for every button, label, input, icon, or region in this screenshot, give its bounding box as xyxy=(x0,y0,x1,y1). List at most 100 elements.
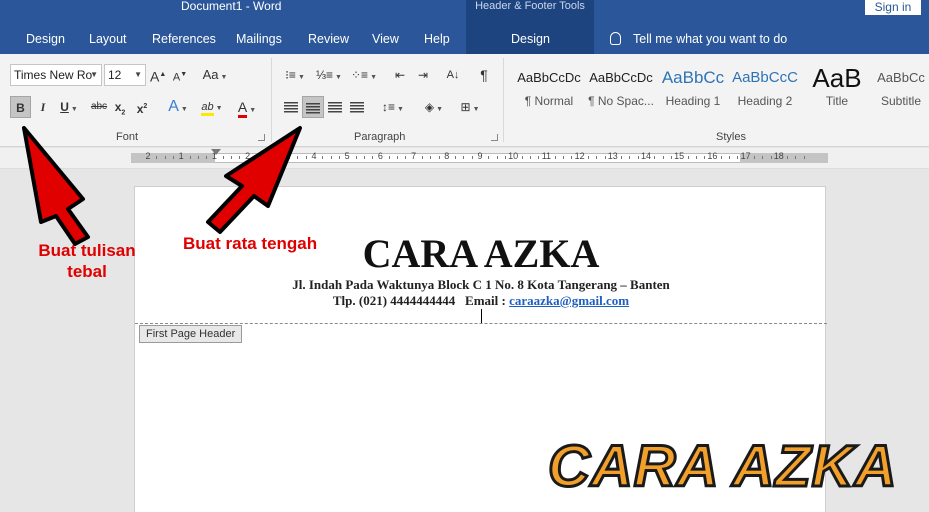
underline-button[interactable]: U ▼ xyxy=(55,96,83,118)
ruler-number: 15 xyxy=(674,151,685,161)
ruler-tick xyxy=(255,156,257,159)
highlight-button[interactable]: ab ▼ xyxy=(197,96,227,118)
style-preview: AaB xyxy=(812,63,862,93)
tell-me-search[interactable]: Tell me what you want to do xyxy=(610,25,787,53)
sort-button[interactable]: A↓ xyxy=(442,64,464,86)
tab-references[interactable]: References xyxy=(152,25,216,53)
bullets-button[interactable]: ⁝≡ ▼ xyxy=(282,64,308,86)
style-name: ¶ Normal xyxy=(524,94,574,108)
font-size-box[interactable]: 12 ▼ xyxy=(104,64,146,86)
ruler-tick xyxy=(463,156,465,159)
tab-view[interactable]: View xyxy=(372,25,399,53)
font-name-box[interactable]: Times New Ro ▼ xyxy=(10,64,102,86)
ruler-tick xyxy=(803,156,805,159)
style-no-spacing[interactable]: AaBbCcDc ¶ No Spac... xyxy=(585,62,657,120)
align-center-button[interactable] xyxy=(302,96,324,118)
tab-design[interactable]: Design xyxy=(26,25,65,53)
ruler-tick xyxy=(488,156,490,159)
underline-label: U xyxy=(60,100,69,114)
show-formatting-button[interactable]: ¶ xyxy=(474,64,494,86)
ruler-tick xyxy=(563,156,564,159)
styles-group-label: Styles xyxy=(716,131,746,143)
ruler-number: 12 xyxy=(574,151,585,161)
chevron-down-icon[interactable]: ▼ xyxy=(134,65,142,85)
ruler-number: 7 xyxy=(411,151,417,161)
align-right-button[interactable] xyxy=(324,96,346,118)
indent-marker[interactable] xyxy=(211,149,221,155)
paragraph-group-label: Paragraph xyxy=(354,131,406,143)
italic-button[interactable]: I xyxy=(34,96,52,118)
align-right-icon xyxy=(328,102,342,114)
numbering-button[interactable]: ⅓≡ ▼ xyxy=(315,64,343,86)
bullet-list-icon: ⁝≡ xyxy=(285,68,296,82)
subscript-button[interactable]: x2 xyxy=(112,96,128,118)
style-normal[interactable]: AaBbCcDc ¶ Normal xyxy=(513,62,585,120)
ruler-tick xyxy=(231,156,232,159)
line-spacing-icon: ↕≡ xyxy=(382,100,396,114)
style-heading-2[interactable]: AaBbCcC Heading 2 xyxy=(729,62,801,120)
strikethrough-button[interactable]: abc xyxy=(88,96,110,118)
style-name: Subtitle xyxy=(880,94,922,108)
style-heading-1[interactable]: AaBbCc Heading 1 xyxy=(657,62,729,120)
sign-in-button[interactable]: Sign in xyxy=(865,0,921,15)
style-title[interactable]: AaB Title xyxy=(801,62,873,120)
style-subtitle[interactable]: AaBbCc Subtitle xyxy=(873,62,929,120)
change-case-label: Aa xyxy=(202,67,219,82)
ruler-tick xyxy=(322,156,324,159)
justify-button[interactable] xyxy=(346,96,368,118)
ruler-number: 5 xyxy=(344,151,350,161)
tab-review[interactable]: Review xyxy=(308,25,349,53)
style-preview: AaBbCcC xyxy=(732,69,798,86)
header-address[interactable]: Jl. Indah Pada Waktunya Block C 1 No. 8 … xyxy=(135,277,827,293)
font-color-button[interactable]: A ▼ xyxy=(232,96,262,118)
ruler-tick xyxy=(264,156,266,159)
font-size-value: 12 xyxy=(108,68,122,82)
tab-header-footer-design[interactable]: Design xyxy=(511,25,550,53)
change-case-button[interactable]: Aa ▼ xyxy=(200,64,230,86)
ruler-tick xyxy=(363,156,365,159)
chevron-down-icon: ▼ xyxy=(215,105,223,112)
ruler-tick xyxy=(662,156,664,159)
shrink-font-button[interactable]: A▼ xyxy=(172,64,188,86)
ruler-number: 13 xyxy=(607,151,618,161)
horizontal-ruler[interactable]: 2 1 1 2 3 4 5 6 7 8 9 10 11 12 13 14 15 16 17 18 xyxy=(0,148,929,169)
header-contact[interactable]: Tlp. (021) 4444444444 Email : caraazka@g… xyxy=(135,293,827,309)
lightbulb-icon xyxy=(610,32,621,45)
borders-button[interactable]: ⊞ ▼ xyxy=(455,96,485,118)
increase-indent-button[interactable]: ⇥ xyxy=(413,64,433,86)
chevron-down-icon: ▼ xyxy=(397,106,404,113)
align-left-button[interactable] xyxy=(280,96,302,118)
superscript-mark: 2 xyxy=(143,103,148,110)
style-name: Title xyxy=(825,94,849,108)
chevron-down-icon: ▼ xyxy=(220,74,228,81)
bold-button[interactable]: B xyxy=(10,96,31,118)
chevron-down-icon: ▼ xyxy=(70,106,78,113)
subscript-mark: 2 xyxy=(121,109,126,117)
multilevel-list-button[interactable]: ⁘≡ ▼ xyxy=(350,64,378,86)
tab-layout[interactable]: Layout xyxy=(89,25,127,53)
group-divider xyxy=(271,58,272,142)
ruler-tick xyxy=(695,156,697,159)
superscript-button[interactable]: x2 xyxy=(134,96,150,118)
annotation-bold-note: Buat tulisan tebal xyxy=(28,240,146,282)
text-effects-button[interactable]: A ▼ xyxy=(164,96,192,118)
line-spacing-button[interactable]: ↕≡ ▼ xyxy=(378,96,408,118)
numbered-list-icon: ⅓≡ xyxy=(316,68,334,82)
grow-font-button[interactable]: A▲ xyxy=(150,64,166,86)
email-link[interactable]: caraazka@gmail.com xyxy=(509,293,629,308)
chevron-down-icon[interactable]: ▼ xyxy=(90,65,98,85)
ruler-number: 4 xyxy=(311,151,317,161)
ruler-number: 2 xyxy=(145,151,151,161)
tab-help[interactable]: Help xyxy=(424,25,450,53)
font-dialog-launcher[interactable] xyxy=(258,134,265,141)
decrease-indent-button[interactable]: ⇤ xyxy=(390,64,410,86)
shading-button[interactable]: ◈ ▼ xyxy=(420,96,448,118)
chevron-down-icon: ▼ xyxy=(180,106,188,113)
chevron-down-icon: ▼ xyxy=(297,74,305,81)
ruler-tick xyxy=(596,156,598,159)
style-preview: AaBbCcDc xyxy=(517,70,581,85)
style-preview: AaBbCc xyxy=(877,70,925,85)
ruler-tick xyxy=(621,156,623,159)
paragraph-dialog-launcher[interactable] xyxy=(491,134,498,141)
tab-mailings[interactable]: Mailings xyxy=(236,25,282,53)
